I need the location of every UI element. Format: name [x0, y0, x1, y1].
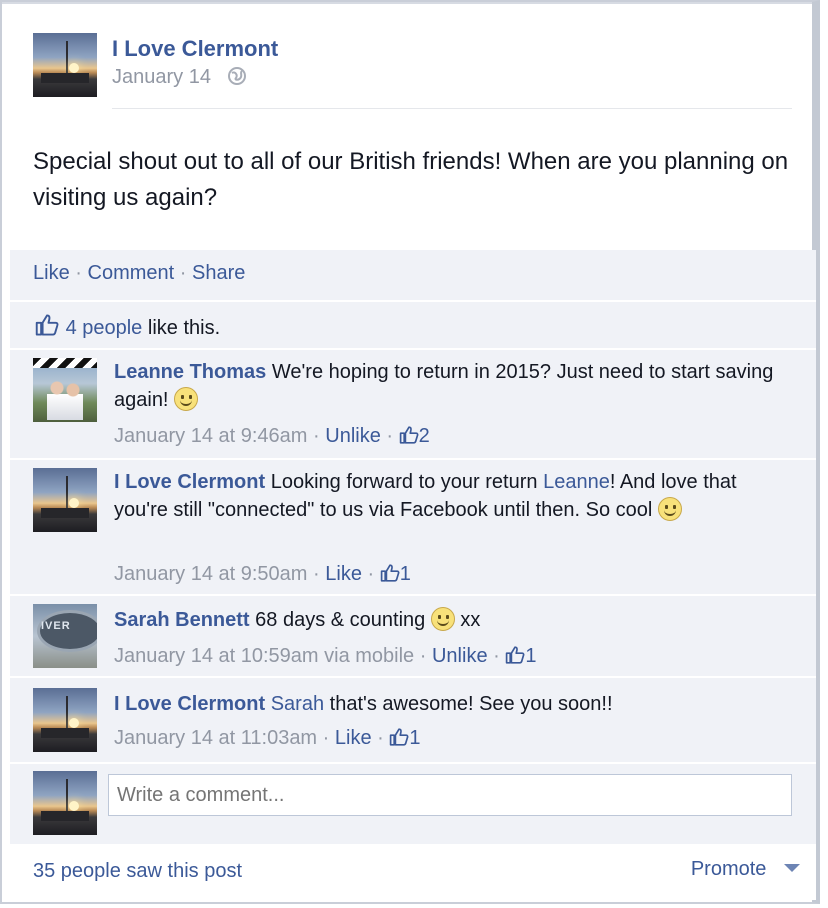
comment-meta: January 14 at 11:03am · Like · 1 — [114, 725, 421, 751]
comment-author[interactable]: I Love Clermont — [114, 693, 265, 715]
comment-link[interactable]: Comment — [88, 262, 175, 284]
like-link[interactable]: Like — [335, 727, 372, 749]
comment-meta: January 14 at 10:59am via mobile · Unlik… — [114, 643, 536, 669]
comment-body: I Love Clermont Sarah that's awesome! Se… — [114, 690, 794, 718]
thumbs-up-icon — [390, 728, 409, 746]
separator: · — [322, 727, 330, 749]
comment-likes-count: 1 — [525, 645, 537, 667]
comment-timestamp[interactable]: January 14 at 10:59am via mobile — [114, 645, 414, 667]
like-link[interactable]: Like — [325, 563, 362, 585]
comment-likes[interactable]: 1 — [389, 727, 421, 749]
thumbs-up-icon — [399, 426, 419, 444]
separator: · — [377, 727, 384, 749]
commenter-avatar[interactable] — [33, 688, 97, 752]
post-card: I Love Clermont January 14 Special shout… — [0, 0, 820, 904]
separator: · — [493, 645, 500, 667]
comment-author[interactable]: Sarah Bennett — [114, 609, 250, 631]
comment-text: xx — [460, 609, 481, 631]
commenter-avatar[interactable] — [33, 358, 97, 422]
comment-likes[interactable]: 1 — [505, 645, 536, 667]
header-divider — [112, 108, 792, 109]
comment-author[interactable]: Leanne Thomas — [114, 361, 266, 383]
like-link[interactable]: Like — [33, 262, 70, 284]
comment-likes-count: 1 — [399, 563, 411, 585]
seen-count-link[interactable]: 35 people saw this post — [33, 860, 242, 883]
likes-suffix: like this. — [147, 317, 221, 339]
comment-timestamp[interactable]: January 14 at 9:46am — [114, 425, 307, 447]
promote-button[interactable]: Promote — [691, 858, 802, 881]
separator: · — [419, 645, 427, 667]
comment-text: Looking forward to your return — [270, 471, 538, 493]
separator: · — [179, 262, 187, 284]
unlike-link[interactable]: Unlike — [325, 425, 381, 447]
comment-meta: January 14 at 9:50am · Like · 1 — [114, 561, 411, 587]
commenter-avatar[interactable]: IVER — [33, 604, 97, 668]
mention-link[interactable]: Sarah — [271, 693, 324, 715]
thumbs-up-icon — [506, 646, 525, 664]
separator: · — [313, 425, 320, 447]
smiley-icon — [430, 607, 455, 631]
separator: · — [367, 563, 375, 585]
chevron-down-icon — [784, 864, 800, 872]
post-footer: 35 people saw this post Promote — [10, 844, 816, 900]
post-author[interactable]: I Love Clermont — [112, 36, 278, 62]
comment-input[interactable] — [108, 774, 792, 816]
comment-timestamp[interactable]: January 14 at 11:03am — [114, 727, 317, 749]
post-body: Special shout out to all of our British … — [33, 148, 789, 211]
likes-summary: 4 people like this. — [10, 300, 816, 348]
thumbs-up-icon — [380, 564, 400, 582]
smiley-icon — [657, 497, 682, 521]
comment-likes[interactable]: 2 — [399, 425, 430, 447]
separator: · — [386, 425, 394, 447]
separator: · — [75, 262, 82, 284]
share-link[interactable]: Share — [192, 262, 245, 284]
comment-text: that's awesome! See you soon!! — [329, 693, 613, 715]
comment-likes-count: 2 — [418, 425, 430, 447]
post-date[interactable]: January 14 — [112, 66, 211, 88]
comment-meta: January 14 at 9:46am · Unlike · 2 — [114, 423, 430, 449]
separator: · — [313, 563, 320, 585]
comment-author[interactable]: I Love Clermont — [114, 471, 265, 493]
page-avatar[interactable] — [33, 33, 97, 97]
action-bar: Like · Comment · Share — [10, 250, 816, 300]
comment-text: 68 days & counting — [255, 609, 426, 631]
smiley-icon — [174, 387, 199, 411]
comment-body: Sarah Bennett 68 days & counting xx — [114, 606, 794, 634]
viewer-avatar — [33, 771, 97, 835]
thumbs-up-icon — [35, 314, 59, 336]
comment-likes[interactable]: 1 — [380, 563, 411, 585]
promote-label: Promote — [690, 858, 767, 880]
comment-body: I Love Clermont Looking forward to your … — [114, 468, 794, 524]
post-meta: January 14 — [112, 66, 247, 89]
unlike-link[interactable]: Unlike — [432, 645, 488, 667]
likes-count-link[interactable]: 4 people — [66, 317, 143, 339]
mention-link[interactable]: Leanne — [543, 471, 610, 493]
comment-timestamp[interactable]: January 14 at 9:50am — [114, 563, 307, 585]
comment-body: Leanne Thomas We're hoping to return in … — [114, 358, 794, 414]
comment-likes-count: 1 — [409, 727, 421, 749]
commenter-avatar[interactable] — [33, 468, 97, 532]
globe-icon — [227, 67, 246, 85]
